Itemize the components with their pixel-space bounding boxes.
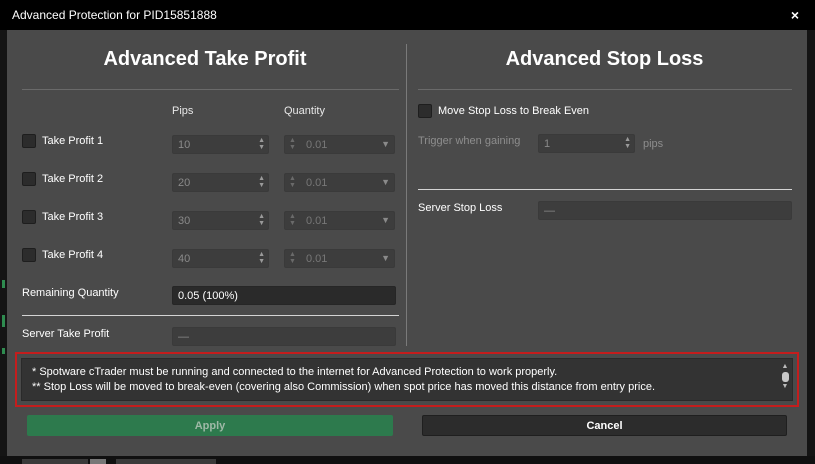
take-profit-footer-divider — [22, 315, 399, 316]
take-profit-2-label: Take Profit 2 — [42, 173, 104, 185]
take-profit-2-pips-value: 20 — [178, 177, 191, 189]
window-title: Advanced Protection for PID15851888 — [12, 8, 217, 22]
server-stop-loss-value: — — [538, 201, 792, 220]
take-profit-3-pips-value: 30 — [178, 215, 191, 227]
take-profit-3-label: Take Profit 3 — [42, 211, 104, 223]
take-profit-4-quantity-value: 0.01 — [306, 253, 328, 265]
take-profit-3-pips-input[interactable]: 30 ▲ ▼ — [172, 211, 269, 230]
spinner-arrows-icon[interactable]: ▲ ▼ — [258, 251, 265, 265]
stop-loss-divider — [418, 89, 792, 90]
server-stop-loss-label: Server Stop Loss — [418, 202, 503, 214]
take-profit-3-checkbox[interactable] — [22, 210, 36, 224]
pips-column-header: Pips — [172, 105, 194, 117]
notes-highlight-box: * Spotware cTrader must be running and c… — [15, 352, 799, 407]
take-profit-4-quantity-select[interactable]: ▲ ▼ 0.01 ▼ — [284, 249, 395, 268]
scroll-thumb[interactable] — [781, 372, 789, 382]
break-even-checkbox[interactable] — [418, 104, 432, 118]
cancel-button[interactable]: Cancel — [422, 415, 787, 436]
server-take-profit-value: — — [172, 327, 396, 346]
take-profit-1-pips-input[interactable]: 10 ▲ ▼ — [172, 135, 269, 154]
scroll-down-icon[interactable]: ▼ — [781, 383, 789, 391]
take-profit-3-row[interactable]: Take Profit 3 — [22, 210, 103, 224]
break-even-label: Move Stop Loss to Break Even — [438, 105, 590, 117]
stop-loss-footer-divider — [418, 189, 792, 190]
chevron-down-icon[interactable]: ▼ — [381, 253, 390, 263]
take-profit-2-pips-input[interactable]: 20 ▲ ▼ — [172, 173, 269, 192]
take-profit-2-row[interactable]: Take Profit 2 — [22, 172, 103, 186]
close-icon[interactable]: × — [787, 7, 803, 23]
break-even-row[interactable]: Move Stop Loss to Break Even — [418, 104, 589, 118]
trigger-label: Trigger when gaining — [418, 135, 521, 147]
notes-textarea[interactable]: * Spotware cTrader must be running and c… — [21, 358, 793, 401]
advanced-protection-dialog: Advanced Take Profit Pips Quantity Take … — [7, 30, 807, 456]
background-chart-left — [0, 30, 7, 464]
trigger-pips-value: 1 — [544, 138, 551, 150]
background-chart-bottom — [0, 456, 815, 464]
chevron-down-icon[interactable]: ▼ — [381, 139, 390, 149]
panel-separator — [406, 44, 407, 346]
server-take-profit-label: Server Take Profit — [22, 328, 110, 340]
take-profit-1-quantity-select[interactable]: ▲ ▼ 0.01 ▼ — [284, 135, 395, 154]
take-profit-divider — [22, 89, 399, 90]
take-profit-1-checkbox[interactable] — [22, 134, 36, 148]
spinner-arrows-icon: ▲ ▼ — [289, 213, 296, 227]
spinner-arrows-icon[interactable]: ▲ ▼ — [624, 136, 631, 150]
chevron-down-icon[interactable]: ▼ — [381, 215, 390, 225]
take-profit-title: Advanced Take Profit — [103, 48, 307, 70]
chevron-down-icon[interactable]: ▼ — [381, 177, 390, 187]
spinner-arrows-icon[interactable]: ▲ ▼ — [258, 137, 265, 151]
spinner-arrows-icon: ▲ ▼ — [289, 251, 296, 265]
apply-button[interactable]: Apply — [27, 415, 393, 436]
take-profit-4-pips-input[interactable]: 40 ▲ ▼ — [172, 249, 269, 268]
quantity-column-header: Quantity — [284, 105, 325, 117]
take-profit-3-quantity-value: 0.01 — [306, 215, 328, 227]
spinner-arrows-icon[interactable]: ▲ ▼ — [258, 175, 265, 189]
stop-loss-title: Advanced Stop Loss — [505, 48, 704, 70]
spinner-arrows-icon: ▲ ▼ — [289, 175, 296, 189]
take-profit-1-row[interactable]: Take Profit 1 — [22, 134, 103, 148]
take-profit-2-quantity-value: 0.01 — [306, 177, 328, 189]
take-profit-4-row[interactable]: Take Profit 4 — [22, 248, 103, 262]
note-line-1: * Spotware cTrader must be running and c… — [32, 366, 558, 378]
take-profit-4-pips-value: 40 — [178, 253, 191, 265]
take-profit-3-quantity-select[interactable]: ▲ ▼ 0.01 ▼ — [284, 211, 395, 230]
trigger-pips-input[interactable]: 1 ▲ ▼ — [538, 134, 635, 153]
window-titlebar: Advanced Protection for PID15851888 × — [0, 0, 815, 30]
take-profit-1-pips-value: 10 — [178, 139, 191, 151]
spinner-arrows-icon[interactable]: ▲ ▼ — [258, 213, 265, 227]
take-profit-1-quantity-value: 0.01 — [306, 139, 328, 151]
notes-scrollbar[interactable]: ▲ ▼ — [781, 363, 789, 396]
background-chart-right — [807, 30, 815, 464]
take-profit-1-label: Take Profit 1 — [42, 135, 104, 147]
note-line-2: ** Stop Loss will be moved to break-even… — [32, 381, 655, 393]
spinner-arrows-icon: ▲ ▼ — [289, 137, 296, 151]
take-profit-2-quantity-select[interactable]: ▲ ▼ 0.01 ▼ — [284, 173, 395, 192]
trigger-unit-label: pips — [643, 138, 664, 150]
remaining-quantity-value: 0.05 (100%) — [172, 286, 396, 305]
take-profit-4-checkbox[interactable] — [22, 248, 36, 262]
scroll-up-icon[interactable]: ▲ — [781, 363, 789, 371]
remaining-quantity-label: Remaining Quantity — [22, 287, 119, 299]
take-profit-2-checkbox[interactable] — [22, 172, 36, 186]
take-profit-4-label: Take Profit 4 — [42, 249, 104, 261]
